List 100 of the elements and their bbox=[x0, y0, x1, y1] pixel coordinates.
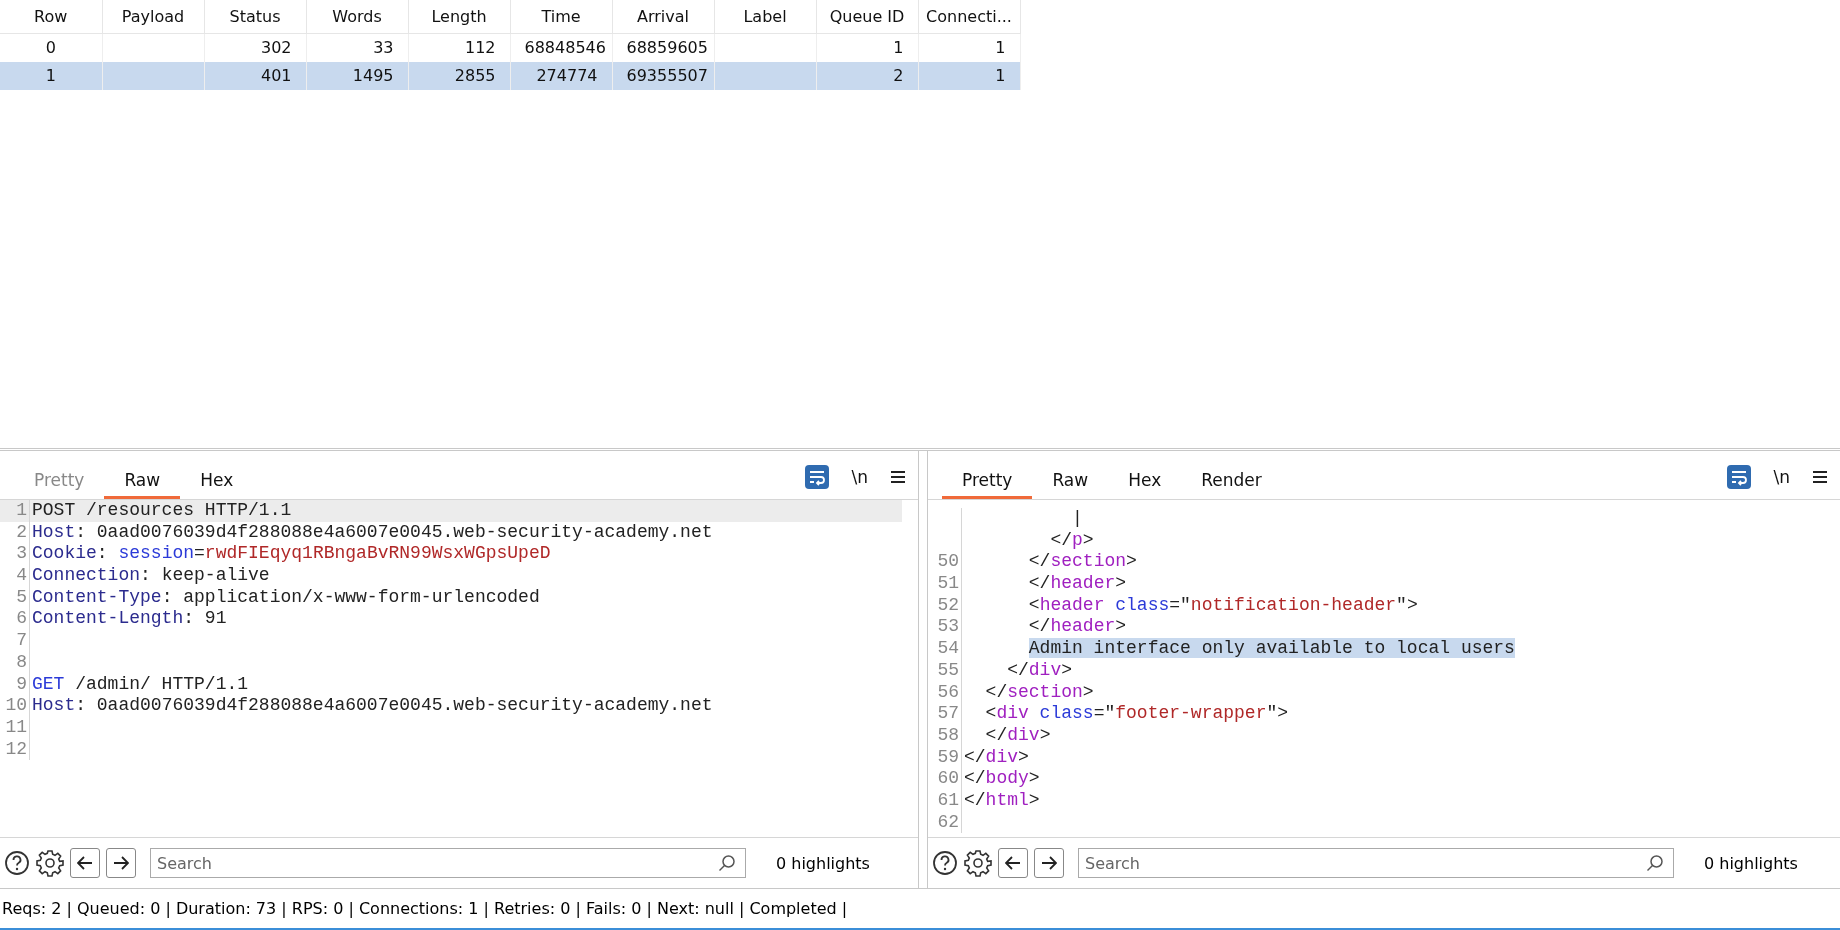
table-row[interactable]: 1 401 1495 2855 274774 69355507 2 1 bbox=[0, 61, 1020, 90]
code-line: </section> bbox=[1027, 551, 1137, 574]
line-number: 12 bbox=[5, 738, 27, 759]
table-cell: 401 bbox=[260, 66, 292, 85]
column-header[interactable]: Payload bbox=[102, 0, 204, 33]
line-number: 2 bbox=[16, 521, 27, 542]
forward-button[interactable] bbox=[1034, 848, 1064, 878]
arrow-left-icon bbox=[77, 856, 93, 870]
code-line: Content-Type: application/x-www-form-urlencoded bbox=[32, 586, 540, 609]
table-row[interactable]: 0 302 33 112 68848546 68859605 1 1 bbox=[0, 33, 1020, 62]
line-number: 55 bbox=[937, 659, 959, 680]
line-number: 62 bbox=[937, 811, 959, 832]
table-cell: 1 bbox=[45, 66, 56, 85]
highlights-count: 0 highlights bbox=[1704, 853, 1798, 873]
table-cell: 2855 bbox=[454, 66, 496, 85]
table-cell: 302 bbox=[260, 38, 292, 57]
column-header[interactable]: Label bbox=[714, 0, 816, 33]
code-line: Host: 0aad0076039d4f288088e4a6007e0045.web-security-academy.net bbox=[32, 695, 713, 717]
code-line: </header> bbox=[1027, 573, 1127, 595]
table-cell: 69355507 bbox=[626, 66, 708, 85]
line-number: 8 bbox=[16, 651, 27, 672]
menu-icon[interactable] bbox=[890, 470, 906, 484]
line-number: 4 bbox=[16, 565, 27, 586]
code-line: <header class="notification-header"> bbox=[1027, 594, 1418, 617]
table-cell: 0 bbox=[45, 38, 56, 57]
line-number: 59 bbox=[937, 746, 959, 767]
column-header[interactable]: Length bbox=[408, 0, 510, 33]
word-wrap-icon[interactable] bbox=[805, 465, 830, 489]
code-line: <div class="footer-wrapper"> bbox=[984, 703, 1289, 725]
code-line: </div> bbox=[984, 724, 1051, 747]
code-line: </body> bbox=[964, 768, 1040, 790]
code-line: Host: 0aad0076039d4f288088e4a6007e0045.web-security-academy.net bbox=[32, 521, 713, 544]
line-number: 3 bbox=[16, 543, 27, 564]
table-cell: 33 bbox=[373, 38, 394, 57]
settings-icon[interactable] bbox=[36, 849, 64, 877]
newline-toggle[interactable]: \n bbox=[851, 467, 868, 487]
line-number: 11 bbox=[5, 716, 27, 737]
table-cell: 112 bbox=[464, 38, 496, 57]
line-number: 10 bbox=[5, 695, 27, 716]
line-number: 5 bbox=[16, 586, 27, 607]
highlights-count: 0 highlights bbox=[776, 853, 870, 873]
code-line: POST /resources HTTP/1.1 bbox=[32, 500, 292, 522]
word-wrap-icon[interactable] bbox=[1727, 465, 1752, 489]
editor-tab[interactable]: Hex bbox=[1108, 462, 1182, 499]
line-number: 9 bbox=[16, 673, 27, 694]
column-header[interactable]: Queue ID bbox=[816, 0, 918, 33]
line-number: 51 bbox=[937, 573, 959, 594]
back-button[interactable] bbox=[998, 848, 1028, 878]
line-number: 50 bbox=[937, 551, 959, 572]
line-number: 54 bbox=[937, 638, 959, 659]
search-icon bbox=[718, 854, 736, 872]
line-number: 56 bbox=[937, 681, 959, 702]
code-line: </header> bbox=[1027, 616, 1127, 639]
forward-button[interactable] bbox=[106, 848, 136, 878]
code-line: Content-Length: 91 bbox=[32, 608, 227, 631]
code-line: </div> bbox=[1006, 659, 1073, 682]
code-line: GET /admin/ HTTP/1.1 bbox=[32, 673, 249, 696]
menu-icon[interactable] bbox=[1812, 470, 1828, 484]
search-field[interactable]: Search bbox=[1078, 848, 1674, 878]
code-line: </section> bbox=[984, 681, 1094, 704]
column-header[interactable]: Status bbox=[204, 0, 306, 33]
column-header[interactable]: Arrival bbox=[612, 0, 714, 33]
search-icon bbox=[1646, 854, 1664, 872]
editor-tab[interactable]: Hex bbox=[180, 462, 254, 499]
table-cell: 1495 bbox=[352, 66, 394, 85]
column-header[interactable]: Row bbox=[0, 0, 102, 33]
line-number: 7 bbox=[16, 630, 27, 651]
code-line: </p> bbox=[1049, 529, 1094, 552]
column-header[interactable]: Connecti... bbox=[918, 0, 1020, 33]
table-cell: 1 bbox=[893, 38, 904, 57]
line-number: 61 bbox=[937, 789, 959, 810]
help-icon[interactable] bbox=[932, 850, 958, 876]
table-cell: 1 bbox=[995, 66, 1006, 85]
help-icon[interactable] bbox=[4, 850, 30, 876]
column-header[interactable]: Words bbox=[306, 0, 408, 33]
table-cell: 68859605 bbox=[626, 38, 708, 57]
line-number: 6 bbox=[16, 608, 27, 629]
line-number: 57 bbox=[937, 703, 959, 724]
newline-toggle[interactable]: \n bbox=[1773, 467, 1790, 487]
line-number: 1 bbox=[16, 500, 27, 520]
search-field[interactable]: Search bbox=[150, 848, 746, 878]
settings-icon[interactable] bbox=[964, 849, 992, 877]
editor-tab[interactable]: Raw bbox=[1032, 462, 1109, 499]
line-number: 60 bbox=[937, 768, 959, 789]
arrow-right-icon bbox=[1041, 856, 1057, 870]
line-number: 58 bbox=[937, 724, 959, 745]
code-line: </html> bbox=[964, 789, 1040, 812]
code-line: Connection: keep-alive bbox=[32, 565, 270, 587]
table-cell: 68848546 bbox=[524, 38, 606, 57]
editor-tab[interactable]: Render bbox=[1181, 462, 1282, 499]
editor-tab[interactable]: Pretty bbox=[942, 462, 1033, 499]
arrow-right-icon bbox=[113, 856, 129, 870]
code-line: </div> bbox=[964, 746, 1029, 769]
code-line: | bbox=[1071, 508, 1083, 530]
table-cell: 274774 bbox=[536, 66, 598, 85]
status-text: Reqs: 2 | Queued: 0 | Duration: 73 | RPS: 0 | Connections: 1 | Retries: 0 | Fails: 0 | Next: null | Completed | bbox=[2, 899, 848, 918]
line-number: 53 bbox=[937, 616, 959, 637]
arrow-left-icon bbox=[1005, 856, 1021, 870]
column-header[interactable]: Time bbox=[510, 0, 612, 33]
back-button[interactable] bbox=[70, 848, 100, 878]
